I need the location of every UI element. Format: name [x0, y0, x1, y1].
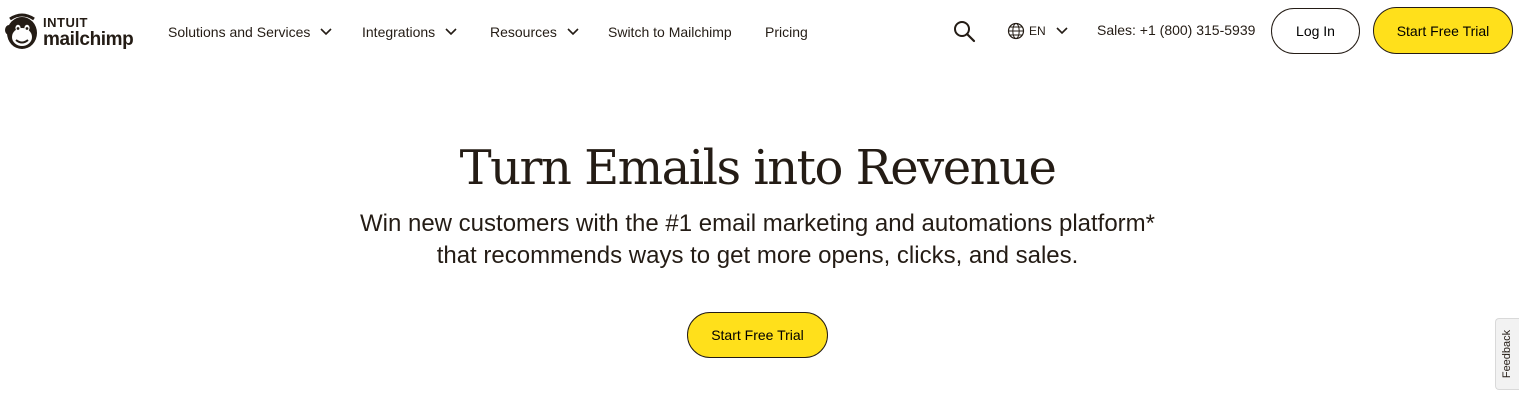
chevron-down-icon	[567, 28, 579, 36]
language-code: EN	[1029, 24, 1046, 38]
feedback-label: Feedback	[1501, 329, 1514, 379]
hero-start-free-trial-button[interactable]: Start Free Trial	[687, 312, 828, 358]
feedback-tab[interactable]: Feedback	[1495, 318, 1519, 390]
hero-subtitle-line-2: that recommends ways to get more opens, …	[436, 242, 1079, 269]
nav-item-label: Solutions and Services	[168, 24, 311, 40]
chevron-down-icon	[445, 28, 457, 36]
chevron-down-icon	[320, 28, 332, 36]
nav-switch-to-mailchimp[interactable]: Switch to Mailchimp	[608, 21, 732, 43]
logo-mailchimp-text: mailchimp	[43, 28, 134, 50]
header-start-free-trial-button[interactable]: Start Free Trial	[1373, 7, 1513, 54]
nav-pricing[interactable]: Pricing	[765, 21, 808, 43]
nav-integrations[interactable]: Integrations	[362, 21, 457, 43]
search-icon[interactable]	[952, 19, 976, 43]
language-selector[interactable]: EN	[1007, 21, 1068, 41]
freddie-monkey-icon	[5, 13, 37, 49]
nav-solutions-and-services[interactable]: Solutions and Services	[168, 21, 332, 43]
logo-intuit-text: INTUIT	[43, 14, 88, 30]
top-navigation: INTUIT mailchimp Solutions and Services …	[0, 0, 1519, 62]
hero-subtitle-line-1: Win new customers with the #1 email mark…	[359, 210, 1156, 237]
nav-item-label: Switch to Mailchimp	[608, 24, 732, 40]
login-button[interactable]: Log In	[1271, 8, 1360, 54]
chevron-down-icon	[1056, 27, 1068, 35]
nav-item-label: Integrations	[362, 24, 436, 40]
logo-wordmark: INTUIT mailchimp	[43, 14, 134, 50]
nav-item-label: Pricing	[765, 24, 808, 40]
sales-phone-link[interactable]: Sales: +1 (800) 315-5939	[1097, 22, 1255, 38]
nav-item-label: Resources	[490, 24, 557, 40]
hero-subtitle: Win new customers with the #1 email mark…	[0, 208, 1515, 272]
nav-resources[interactable]: Resources	[490, 21, 579, 43]
globe-icon	[1007, 22, 1025, 40]
hero-title: Turn Emails into Revenue	[459, 140, 1057, 196]
mailchimp-logo[interactable]: INTUIT mailchimp	[4, 12, 146, 52]
